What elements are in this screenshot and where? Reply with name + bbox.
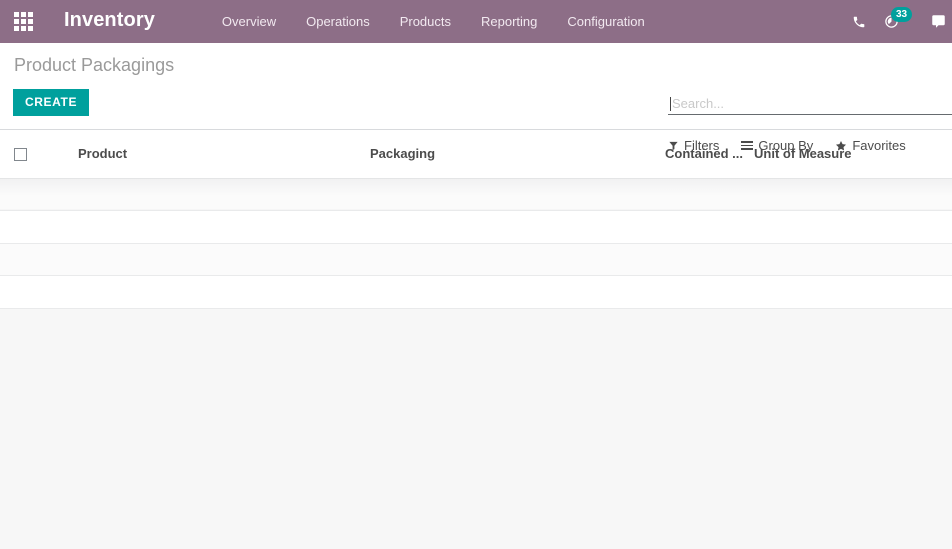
app-brand-title[interactable]: Inventory	[46, 9, 161, 34]
packagings-table: Product Packaging Contained ... Unit of …	[0, 130, 952, 309]
navbar-systray: 33	[845, 0, 952, 43]
create-button[interactable]: CREATE	[13, 89, 90, 116]
row-select-cell[interactable]	[0, 178, 78, 211]
cell-product[interactable]	[78, 178, 370, 211]
hamburger-icon	[741, 139, 754, 152]
filters-dropdown-button[interactable]: Filters	[668, 138, 719, 153]
star-icon	[835, 140, 847, 152]
table-row[interactable]	[0, 210, 952, 244]
menu-item-overview[interactable]: Overview	[207, 0, 291, 43]
menu-item-configuration[interactable]: Configuration	[552, 0, 659, 43]
groupby-dropdown-button[interactable]: Group By	[741, 138, 813, 153]
cell-uom[interactable]	[754, 275, 952, 309]
column-header-packaging[interactable]: Packaging	[370, 130, 665, 179]
text-cursor	[670, 96, 671, 111]
favorites-label: Favorites	[852, 138, 906, 153]
search-area	[668, 93, 952, 115]
table-row[interactable]	[0, 243, 952, 276]
cell-packaging[interactable]	[370, 275, 665, 309]
cell-packaging[interactable]	[370, 243, 665, 276]
favorites-dropdown-button[interactable]: Favorites	[835, 138, 906, 153]
cell-product[interactable]	[78, 243, 370, 276]
breadcrumb: Product Packagings	[14, 55, 175, 75]
activity-menu-button[interactable]: 33	[873, 0, 928, 43]
top-navbar: Inventory Overview Operations Products R…	[0, 0, 952, 43]
menu-item-reporting[interactable]: Reporting	[466, 0, 552, 43]
cell-packaging[interactable]	[370, 210, 665, 244]
menu-item-products[interactable]: Products	[385, 0, 466, 43]
row-select-cell[interactable]	[0, 210, 78, 244]
cell-contained[interactable]	[665, 210, 754, 244]
cell-packaging[interactable]	[370, 178, 665, 211]
messaging-menu-button[interactable]	[928, 0, 952, 43]
phone-icon	[853, 16, 865, 27]
cell-product[interactable]	[78, 210, 370, 244]
apps-grid-icon	[13, 12, 33, 31]
column-header-product[interactable]: Product	[78, 130, 370, 179]
phone-button[interactable]	[845, 0, 873, 43]
cell-contained[interactable]	[665, 275, 754, 309]
page-background	[0, 308, 952, 549]
main-menu: Overview Operations Products Reporting C…	[207, 0, 660, 43]
cell-product[interactable]	[78, 275, 370, 309]
table-body	[0, 178, 952, 309]
cell-uom[interactable]	[754, 210, 952, 244]
cell-contained[interactable]	[665, 178, 754, 211]
chat-bubble-icon	[931, 15, 945, 28]
cell-uom[interactable]	[754, 178, 952, 211]
cell-contained[interactable]	[665, 243, 754, 276]
select-all-header	[0, 130, 78, 179]
row-select-cell[interactable]	[0, 275, 78, 309]
search-options-bar: Filters Group By Favorites	[668, 138, 906, 153]
search-input[interactable]	[672, 96, 952, 111]
menu-item-operations[interactable]: Operations	[291, 0, 385, 43]
funnel-icon	[668, 140, 679, 151]
search-view[interactable]	[668, 93, 952, 115]
table-row[interactable]	[0, 178, 952, 211]
activity-count-badge: 33	[891, 7, 913, 22]
select-all-checkbox[interactable]	[14, 148, 27, 162]
control-panel: Product Packagings CREATE Filters Group …	[0, 43, 952, 153]
list-view: Product Packaging Contained ... Unit of …	[0, 130, 952, 309]
groupby-label: Group By	[758, 138, 814, 153]
filters-label: Filters	[684, 138, 720, 153]
apps-menu-button[interactable]	[0, 0, 46, 43]
cell-uom[interactable]	[754, 243, 952, 276]
table-row[interactable]	[0, 275, 952, 309]
row-select-cell[interactable]	[0, 243, 78, 276]
